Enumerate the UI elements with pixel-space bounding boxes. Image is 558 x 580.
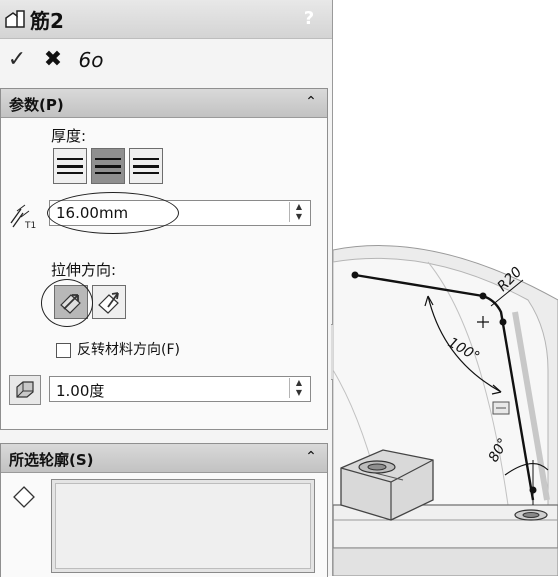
- spin-up-icon[interactable]: ▲: [290, 378, 308, 388]
- checkmark-icon: ✓: [7, 47, 27, 72]
- normal-direction-icon: [96, 289, 122, 319]
- thickness-dimension-icon: T1: [7, 203, 41, 231]
- selected-contours-group: 所选轮廓(S) ⌃: [0, 443, 328, 577]
- contour-selection-icon: [11, 484, 37, 514]
- action-row: ✓ ✖ 6o: [0, 38, 332, 82]
- selected-contours-list[interactable]: [51, 479, 315, 573]
- help-icon: ?: [303, 8, 315, 29]
- svg-text:T1: T1: [24, 221, 36, 231]
- cancel-button[interactable]: ✖: [40, 48, 66, 72]
- rib-property-manager: 筋2 ? ✓ ✖ 6o 参数(P) ⌃ 厚度: T1 16.00mm ▲ ▼ 拉…: [0, 0, 333, 577]
- selected-contours-title: 所选轮廓(S): [9, 451, 94, 469]
- help-button[interactable]: ?: [296, 6, 322, 32]
- preview-button[interactable]: 6o: [76, 48, 106, 72]
- thickness-first-side-button[interactable]: [53, 148, 87, 184]
- graphics-viewport[interactable]: R20 100° 80°: [332, 0, 558, 577]
- highlight-ellipse: [47, 192, 179, 234]
- spin-down-icon[interactable]: ▼: [290, 388, 308, 398]
- draft-angle-input[interactable]: 1.00度 ▲ ▼: [49, 376, 311, 402]
- close-icon: ✖: [43, 47, 63, 72]
- thickness-spinner[interactable]: ▲ ▼: [289, 202, 308, 222]
- parameters-group: 参数(P) ⌃ 厚度: T1 16.00mm ▲ ▼ 拉伸方向: 反转材料方向(…: [0, 88, 328, 430]
- part-model: R20 100° 80°: [332, 245, 558, 577]
- draft-spinner[interactable]: ▲ ▼: [289, 378, 308, 398]
- extrusion-direction-label: 拉伸方向:: [51, 261, 117, 279]
- parameters-group-header[interactable]: 参数(P) ⌃: [1, 89, 327, 118]
- thickness-both-sides-button[interactable]: [91, 148, 125, 184]
- thickness-label: 厚度:: [51, 127, 87, 145]
- flip-material-label: 反转材料方向(F): [77, 342, 180, 358]
- rib-feature-icon: [4, 8, 26, 30]
- spin-down-icon[interactable]: ▼: [290, 212, 308, 222]
- title-bar: 筋2 ?: [0, 0, 332, 39]
- glasses-icon: 6o: [78, 48, 104, 72]
- collapse-icon[interactable]: ⌃: [303, 449, 319, 465]
- draft-angle-value: 1.00度: [56, 382, 105, 400]
- highlight-circle: [41, 279, 93, 327]
- normal-to-sketch-button[interactable]: [92, 285, 126, 319]
- ok-button[interactable]: ✓: [4, 48, 30, 72]
- collapse-icon[interactable]: ⌃: [303, 94, 319, 110]
- thickness-second-side-button[interactable]: [129, 148, 163, 184]
- selected-contours-header[interactable]: 所选轮廓(S) ⌃: [1, 444, 327, 473]
- feature-title: 筋2: [30, 9, 64, 33]
- spin-up-icon[interactable]: ▲: [290, 202, 308, 212]
- parameters-group-title: 参数(P): [9, 96, 64, 114]
- flip-material-checkbox[interactable]: [56, 343, 71, 358]
- draft-toggle-button[interactable]: [9, 375, 41, 405]
- draft-icon: [14, 379, 36, 405]
